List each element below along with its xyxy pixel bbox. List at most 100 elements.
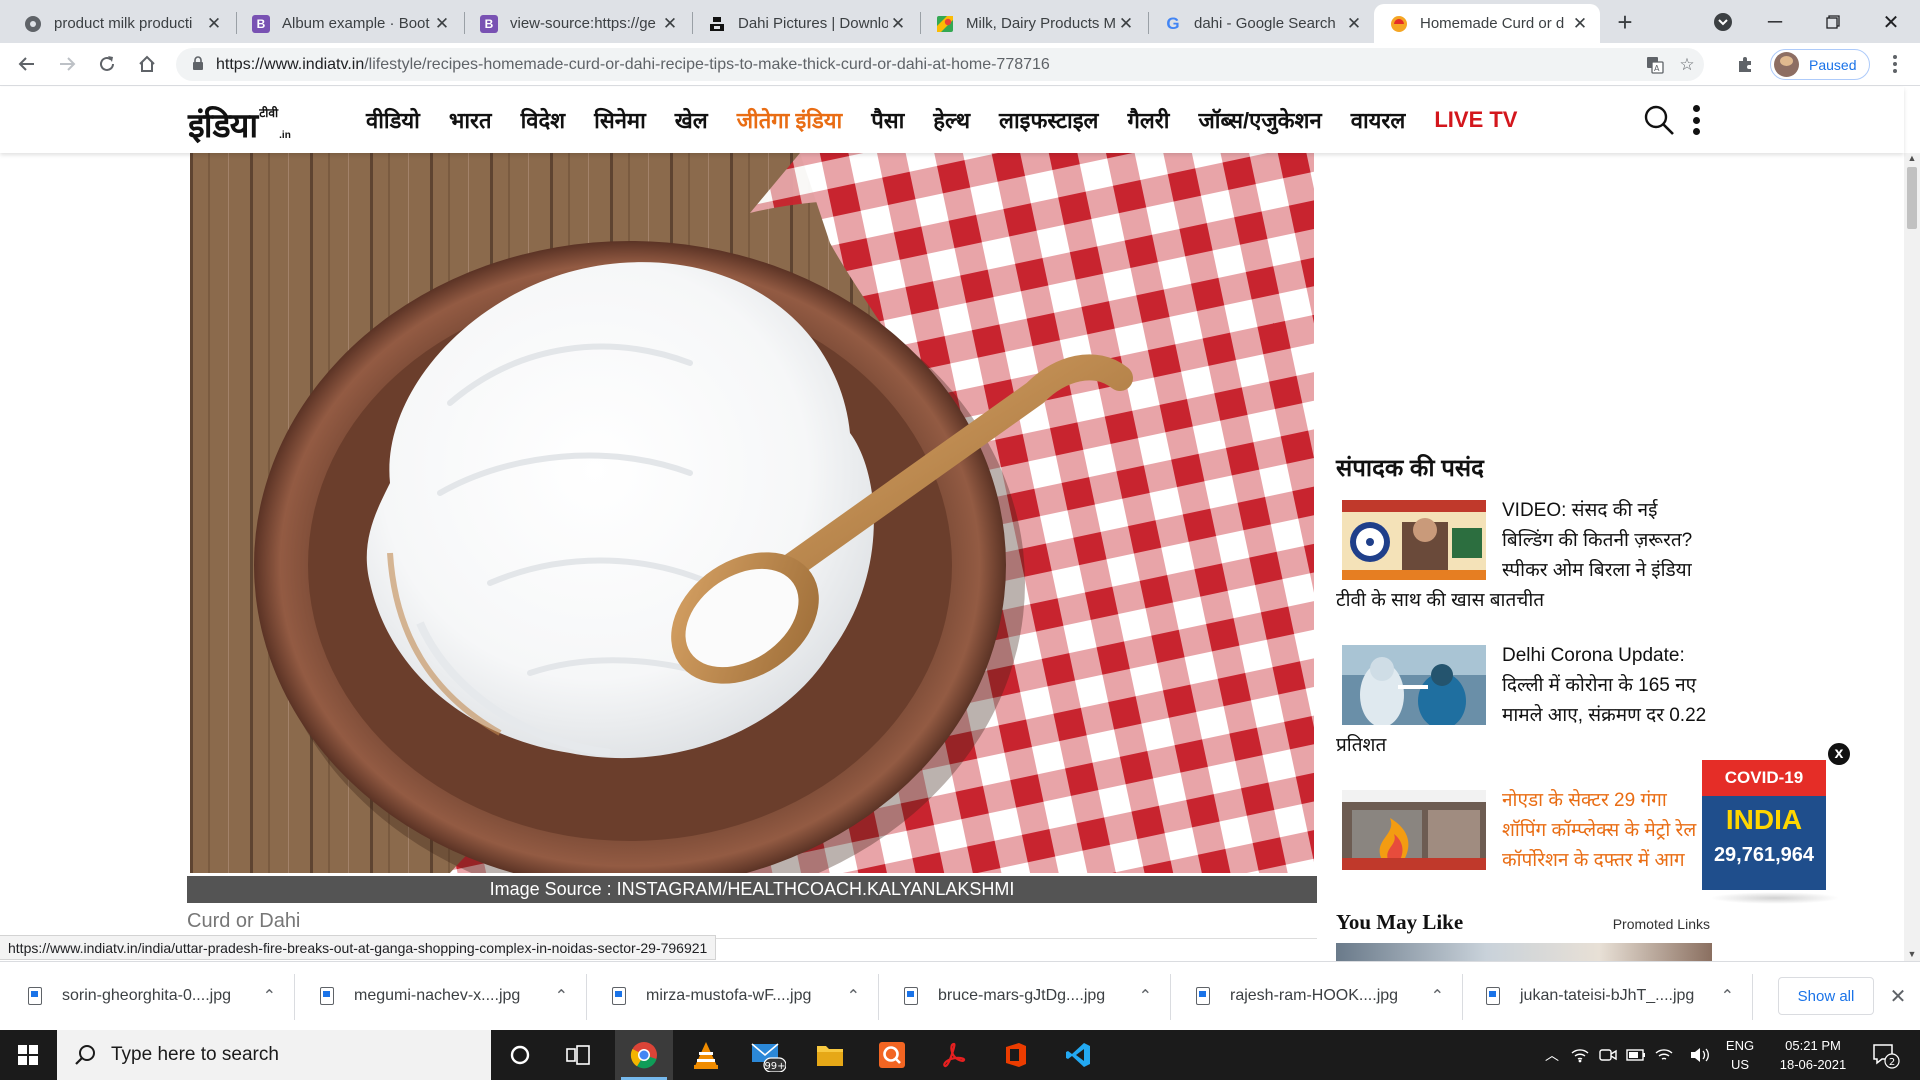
- nav-viral[interactable]: वायरल: [1351, 105, 1406, 135]
- editor-pick-item[interactable]: Delhi Corona Update: दिल्ली में कोरोना क…: [1336, 641, 1712, 761]
- input-language-indicator[interactable]: ENG US: [1722, 1036, 1758, 1074]
- nav-jeetega-india[interactable]: जीतेगा इंडिया: [737, 105, 843, 135]
- show-hidden-icons-icon[interactable]: ︿: [1540, 1030, 1564, 1080]
- office-icon[interactable]: [987, 1030, 1045, 1080]
- home-button[interactable]: [130, 47, 164, 81]
- task-view-icon[interactable]: [549, 1030, 607, 1080]
- cortana-icon[interactable]: [491, 1030, 549, 1080]
- tab-google-search[interactable]: G dahi - Google Search ✕: [1148, 4, 1374, 43]
- editor-pick-item[interactable]: VIDEO: संसद की नई बिल्डिंग की कितनी ज़रू…: [1336, 496, 1712, 616]
- wifi-icon[interactable]: [1652, 1030, 1676, 1080]
- close-tab-icon[interactable]: ✕: [1116, 14, 1136, 34]
- close-tab-icon[interactable]: ✕: [432, 14, 452, 34]
- editor-pick-item[interactable]: नोएडा के सेक्टर 29 गंगा शॉपिंग कॉम्प्लेक…: [1336, 786, 1712, 876]
- extensions-icon[interactable]: [1728, 47, 1762, 81]
- download-item[interactable]: bruce-mars-gJtDg....jpg ⌃: [904, 972, 1166, 1020]
- tab-album-example[interactable]: B Album example · Boot ✕: [236, 4, 462, 43]
- site-menu-icon[interactable]: [1688, 101, 1704, 139]
- promoted-links-label[interactable]: Promoted Links: [1613, 916, 1710, 932]
- nav-health[interactable]: हेल्थ: [933, 105, 970, 135]
- tab-dahi-pictures[interactable]: Dahi Pictures | Downlo ✕: [692, 4, 918, 43]
- nav-gallery[interactable]: गैलरी: [1127, 105, 1169, 135]
- tab-product-milk[interactable]: product milk producti ✕: [8, 4, 234, 43]
- notification-center-icon[interactable]: 2: [1870, 1040, 1900, 1070]
- chevron-up-icon[interactable]: ⌃: [1139, 986, 1152, 1006]
- windows-start-icon[interactable]: [0, 1030, 56, 1080]
- nav-video[interactable]: वीडियो: [366, 105, 420, 135]
- quip-icon[interactable]: [863, 1030, 921, 1080]
- scroll-down-icon[interactable]: ▼: [1904, 949, 1920, 961]
- bootstrap-icon: B: [252, 14, 270, 33]
- chevron-up-icon[interactable]: ⌃: [847, 986, 860, 1006]
- nav-paisa[interactable]: पैसा: [871, 105, 904, 135]
- mail-badge-count: 99+: [764, 1061, 785, 1072]
- volume-icon[interactable]: [1688, 1030, 1712, 1080]
- tab-homemade-curd[interactable]: Homemade Curd or d ✕: [1374, 4, 1600, 43]
- fire-thumb[interactable]: [1342, 790, 1486, 870]
- bookmark-star-icon[interactable]: ☆: [1672, 48, 1702, 81]
- close-tab-icon[interactable]: ✕: [1570, 14, 1590, 34]
- chrome-taskbar-icon[interactable]: [615, 1030, 673, 1080]
- nav-cinema[interactable]: सिनेमा: [594, 105, 646, 135]
- chrome-menu-icon[interactable]: [1878, 47, 1912, 81]
- editor-pick-text[interactable]: नोएडा के सेक्टर 29 गंगा शॉपिंग कॉम्प्लेक…: [1502, 790, 1696, 871]
- close-window-button[interactable]: ✕: [1868, 4, 1914, 40]
- corona-test-thumb[interactable]: [1342, 645, 1486, 725]
- parliament-thumb[interactable]: [1342, 500, 1486, 580]
- tab-milk-dairy[interactable]: Milk, Dairy Products M ✕: [920, 4, 1146, 43]
- back-button[interactable]: [10, 47, 44, 81]
- address-bar[interactable]: https://www.indiatv.in/lifestyle/recipes…: [176, 48, 1704, 81]
- chevron-up-icon[interactable]: ⌃: [263, 986, 276, 1006]
- forward-button[interactable]: [50, 47, 84, 81]
- battery-icon[interactable]: [1624, 1030, 1648, 1080]
- close-tab-icon[interactable]: ✕: [1344, 14, 1364, 34]
- scrollbar-thumb[interactable]: [1907, 167, 1917, 229]
- promoted-thumbnail[interactable]: [1336, 943, 1712, 963]
- chevron-up-icon[interactable]: ⌃: [555, 986, 568, 1006]
- covid-close-button[interactable]: x: [1826, 741, 1852, 767]
- tab-search-button[interactable]: [1700, 4, 1746, 40]
- taskbar-search-box[interactable]: Type here to search: [57, 1030, 491, 1080]
- nav-videsh[interactable]: विदेश: [521, 105, 566, 135]
- profile-button[interactable]: Paused: [1770, 49, 1870, 80]
- close-tab-icon[interactable]: ✕: [888, 14, 908, 34]
- nav-jobs-education[interactable]: जॉब्स/एजुकेशन: [1198, 105, 1321, 135]
- lock-icon[interactable]: [192, 56, 204, 73]
- nav-live-tv[interactable]: LIVE TV: [1434, 107, 1517, 133]
- acrobat-icon[interactable]: [925, 1030, 983, 1080]
- close-shelf-icon[interactable]: ✕: [1884, 982, 1912, 1010]
- indiatv-logo[interactable]: इंडिया टीवी .in: [188, 97, 291, 143]
- download-item[interactable]: rajesh-ram-HOOK....jpg ⌃: [1196, 972, 1458, 1020]
- nav-bharat[interactable]: भारत: [449, 105, 492, 135]
- vscode-icon[interactable]: [1049, 1030, 1107, 1080]
- download-item[interactable]: megumi-nachev-x....jpg ⌃: [320, 972, 582, 1020]
- chevron-up-icon[interactable]: ⌃: [1721, 986, 1734, 1006]
- page-scrollbar[interactable]: ▲ ▼: [1904, 153, 1920, 961]
- download-item[interactable]: mirza-mustofa-wF....jpg ⌃: [612, 972, 874, 1020]
- close-tab-icon[interactable]: ✕: [660, 14, 680, 34]
- download-item[interactable]: jukan-tateisi-bJhT_....jpg ⌃: [1486, 972, 1748, 1020]
- nav-lifestyle[interactable]: लाइफस्टाइल: [999, 105, 1098, 135]
- mail-icon[interactable]: 99+: [739, 1030, 797, 1080]
- site-search-icon[interactable]: [1642, 103, 1676, 137]
- browser-tab-strip: product milk producti ✕ B Album example …: [0, 0, 1920, 43]
- scroll-up-icon[interactable]: ▲: [1904, 153, 1920, 165]
- translate-icon[interactable]: A: [1640, 48, 1670, 81]
- tab-title: Album example · Boot: [282, 15, 430, 32]
- new-tab-button[interactable]: +: [1602, 4, 1648, 40]
- nav-khel[interactable]: खेल: [675, 105, 708, 135]
- tab-view-source[interactable]: B view-source:https://ge ✕: [464, 4, 690, 43]
- minimize-button[interactable]: ─: [1752, 4, 1798, 40]
- reload-button[interactable]: [90, 47, 124, 81]
- network-icon[interactable]: [1568, 1030, 1592, 1080]
- system-clock[interactable]: 05:21 PM 18-06-2021: [1768, 1036, 1858, 1074]
- file-explorer-icon[interactable]: [801, 1030, 859, 1080]
- meet-now-icon[interactable]: [1596, 1030, 1620, 1080]
- chevron-up-icon[interactable]: ⌃: [1431, 986, 1444, 1006]
- maximize-button[interactable]: [1810, 4, 1856, 40]
- download-item[interactable]: sorin-gheorghita-0....jpg ⌃: [28, 972, 290, 1020]
- vlc-icon[interactable]: [677, 1030, 735, 1080]
- show-all-downloads-button[interactable]: Show all: [1778, 977, 1874, 1015]
- close-tab-icon[interactable]: ✕: [204, 14, 224, 34]
- covid-widget[interactable]: COVID-19 INDIA 29,761,964: [1702, 760, 1826, 890]
